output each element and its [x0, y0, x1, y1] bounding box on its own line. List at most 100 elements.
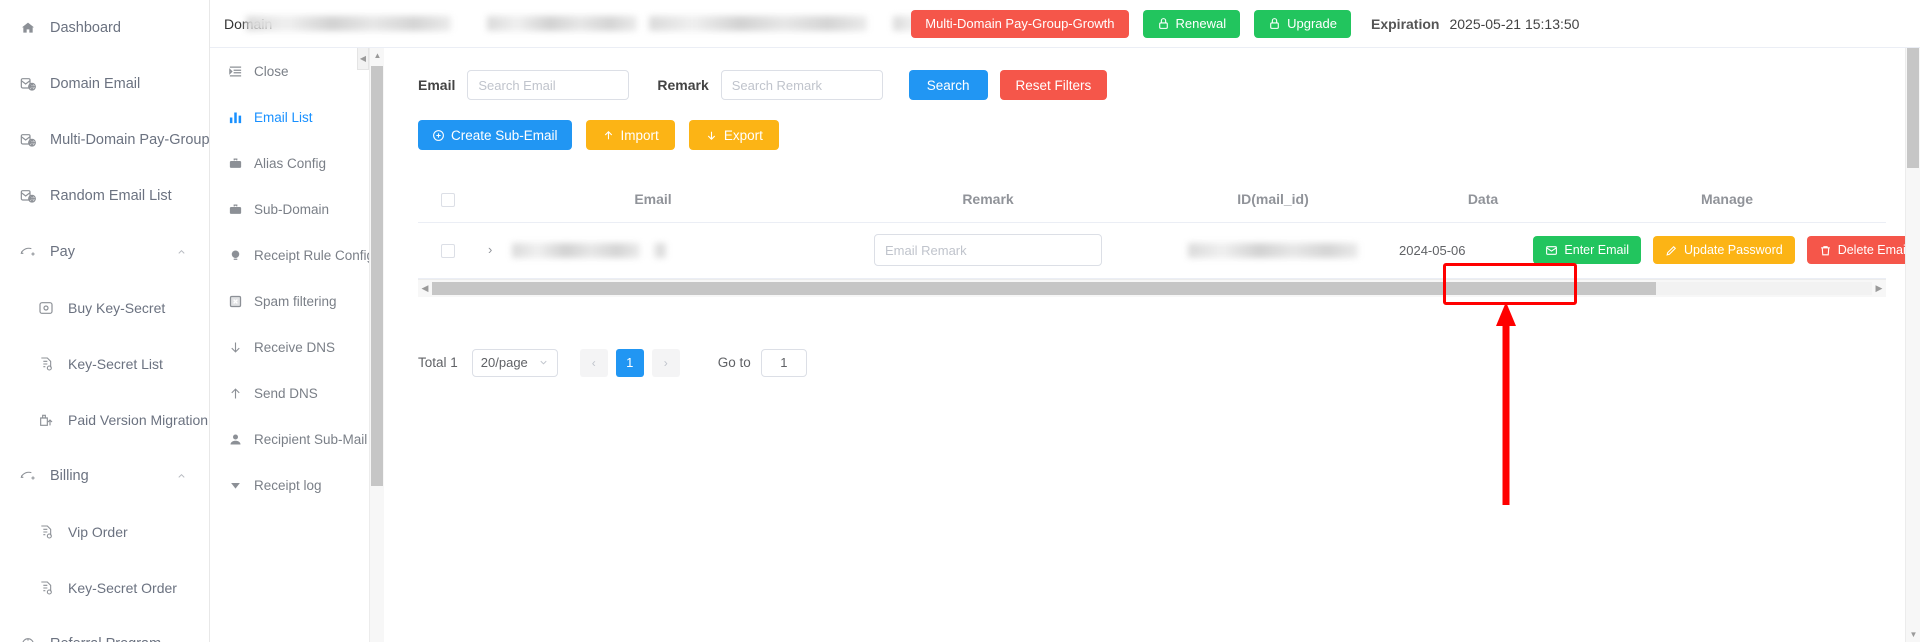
select-all-checkbox[interactable] — [441, 192, 455, 207]
sidebar-item-dashboard[interactable]: Dashboard — [0, 0, 209, 56]
mail-id-header: ID(mail_id) — [1148, 176, 1398, 223]
goto-page-input[interactable] — [760, 348, 807, 377]
plus-circle-icon — [433, 129, 444, 141]
subnav-item-sub-domain[interactable]: Sub-Domain — [210, 186, 383, 232]
domain-email-icon — [18, 130, 38, 150]
top-bar: Domain Multi-Domain Pay-Group-Growth Ren… — [210, 0, 1920, 48]
scroll-down-icon[interactable]: ▼ — [1906, 627, 1920, 642]
upgrade-button[interactable]: Upgrade — [1254, 9, 1351, 38]
home-icon — [18, 18, 38, 38]
email-header: Email — [478, 176, 828, 223]
sidebar-item-key-secret-list[interactable]: Key-Secret List — [0, 336, 209, 392]
page-1-button[interactable]: 1 — [615, 348, 644, 377]
subnav-item-receive-dns[interactable]: Receive DNS — [210, 324, 383, 370]
upload-icon — [604, 130, 612, 139]
data-header: Data — [1398, 176, 1568, 223]
main-vertical-scrollbar[interactable]: ▲ ▼ — [1905, 48, 1920, 642]
enter-email-button[interactable]: Enter Email — [1533, 236, 1642, 264]
subnav-item-label: Receipt Rule Config — [254, 247, 375, 263]
create-sub-email-button[interactable]: Create Sub-Email — [418, 120, 572, 150]
secondary-sidebar-scrollbar[interactable]: ▲ — [369, 48, 384, 642]
select-all-header — [418, 176, 478, 223]
remark-filter-label: Remark — [657, 77, 709, 93]
sidebar-item-paid-version-migration[interactable]: Paid Version Migration — [0, 392, 209, 448]
sidebar-item-label: Pay — [50, 244, 75, 260]
delete-email-button[interactable]: Delete Email — [1806, 236, 1920, 264]
sidebar-item-random-email-list[interactable]: Random Email List — [0, 168, 209, 224]
redacted-domain-1 — [246, 16, 452, 31]
table-horizontal-scrollbar[interactable]: ◀ ▶ — [418, 278, 1886, 297]
update-password-label: Update Password — [1684, 243, 1783, 257]
scroll-thumb[interactable] — [371, 66, 383, 486]
expiration-label: Expiration — [1371, 15, 1440, 32]
sidebar-item-label: Key-Secret Order — [68, 580, 177, 596]
sidebar-item-referral-program[interactable]: Referral Program — [0, 616, 209, 642]
sidebar-item-domain-email[interactable]: Domain Email — [0, 56, 209, 112]
subnav-item-send-dns[interactable]: Send DNS — [210, 370, 383, 416]
key-buy-icon — [36, 298, 56, 318]
sidebar-item-billing[interactable]: Billing — [0, 448, 209, 504]
subnav-item-email-list[interactable]: Email List — [210, 94, 383, 140]
search-remark-input[interactable] — [720, 70, 883, 100]
subnav-item-receipt-rule-config[interactable]: Receipt Rule Config — [210, 232, 383, 278]
mail-icon — [1546, 245, 1558, 255]
export-button[interactable]: Export — [688, 120, 779, 150]
plan-tag-button[interactable]: Multi-Domain Pay-Group-Growth — [911, 9, 1129, 38]
chevron-down-icon — [540, 360, 547, 365]
list-icon — [36, 354, 56, 374]
email-remark-input[interactable] — [874, 234, 1102, 266]
redacted-mail-id — [1188, 243, 1358, 259]
sidebar-item-label: Billing — [50, 468, 89, 484]
trash-icon — [1820, 245, 1830, 255]
lock-icon — [1270, 18, 1279, 29]
scroll-thumb[interactable] — [1907, 48, 1919, 168]
subnav-item-recipient-sub-mail[interactable]: Recipient Sub-Mail — [210, 416, 383, 462]
next-page-button[interactable]: › — [651, 348, 680, 377]
chevron-up-icon[interactable] — [176, 639, 187, 642]
sidebar-item-buy-key-secret[interactable]: Buy Key-Secret — [0, 280, 209, 336]
chevron-up-icon[interactable] — [176, 247, 187, 258]
sidebar-item-key-secret-order[interactable]: Key-Secret Order — [0, 560, 209, 616]
sidebar-item-multi-domain-pay-group[interactable]: Multi-Domain Pay-Group — [0, 112, 209, 168]
action-bar: Create Sub-Email Import Export — [384, 100, 1920, 150]
renewal-button[interactable]: Renewal — [1142, 9, 1241, 38]
enter-email-label: Enter Email — [1564, 243, 1630, 257]
pagination: Total 1 20/page ‹ 1 › Go to — [384, 297, 1920, 377]
sidebar-collapse-toggle[interactable]: ◀ — [357, 48, 369, 70]
chevron-up-icon[interactable] — [176, 471, 187, 482]
scroll-up-icon[interactable]: ▲ — [370, 48, 385, 63]
scroll-right-icon[interactable]: ▶ — [1872, 283, 1886, 294]
expiration-block: Expiration 2025-05-21 15:13:50 — [1371, 16, 1579, 32]
sidebar-item-vip-order[interactable]: Vip Order — [0, 504, 209, 560]
email-table-wrapper: Email Remark ID(mail_id) Data Manage › E… — [418, 176, 1920, 279]
row-mail-id-cell — [1148, 222, 1398, 279]
subnav-item-label: Email List — [254, 109, 313, 125]
row-checkbox[interactable] — [441, 243, 455, 258]
search-email-input[interactable] — [467, 70, 630, 100]
bar-chart-icon — [226, 108, 244, 126]
upgrade-label: Upgrade — [1287, 16, 1337, 31]
subnav-item-alias-config[interactable]: Alias Config — [210, 140, 383, 186]
expand-row-icon[interactable]: › — [488, 242, 492, 257]
search-button[interactable]: Search — [908, 70, 988, 100]
sidebar-item-pay[interactable]: Pay — [0, 224, 209, 280]
import-button[interactable]: Import — [585, 120, 675, 150]
referral-icon — [18, 634, 38, 642]
scroll-track[interactable] — [432, 281, 1872, 295]
page-size-select[interactable]: 20/page — [471, 348, 558, 377]
reset-filters-button[interactable]: Reset Filters — [999, 70, 1108, 100]
email-filter-label: Email — [418, 77, 456, 93]
subnav-item-label: Close — [254, 63, 289, 79]
update-password-button[interactable]: Update Password — [1653, 236, 1795, 264]
sidebar-item-label: Dashboard — [50, 20, 121, 36]
subnav-item-receipt-log[interactable]: Receipt log — [210, 462, 383, 508]
email-table: Email Remark ID(mail_id) Data Manage › E… — [418, 176, 1920, 279]
redacted-domain-2 — [487, 16, 638, 31]
subnav-item-spam-filtering[interactable]: Spam filtering — [210, 278, 383, 324]
prev-page-button[interactable]: ‹ — [579, 348, 608, 377]
scroll-thumb[interactable] — [432, 281, 1656, 295]
filter-bar: Email Remark Search Reset Filters — [384, 48, 1920, 100]
row-remark-cell — [828, 222, 1148, 279]
scroll-left-icon[interactable]: ◀ — [418, 283, 432, 294]
redacted-domain-3 — [649, 16, 868, 31]
